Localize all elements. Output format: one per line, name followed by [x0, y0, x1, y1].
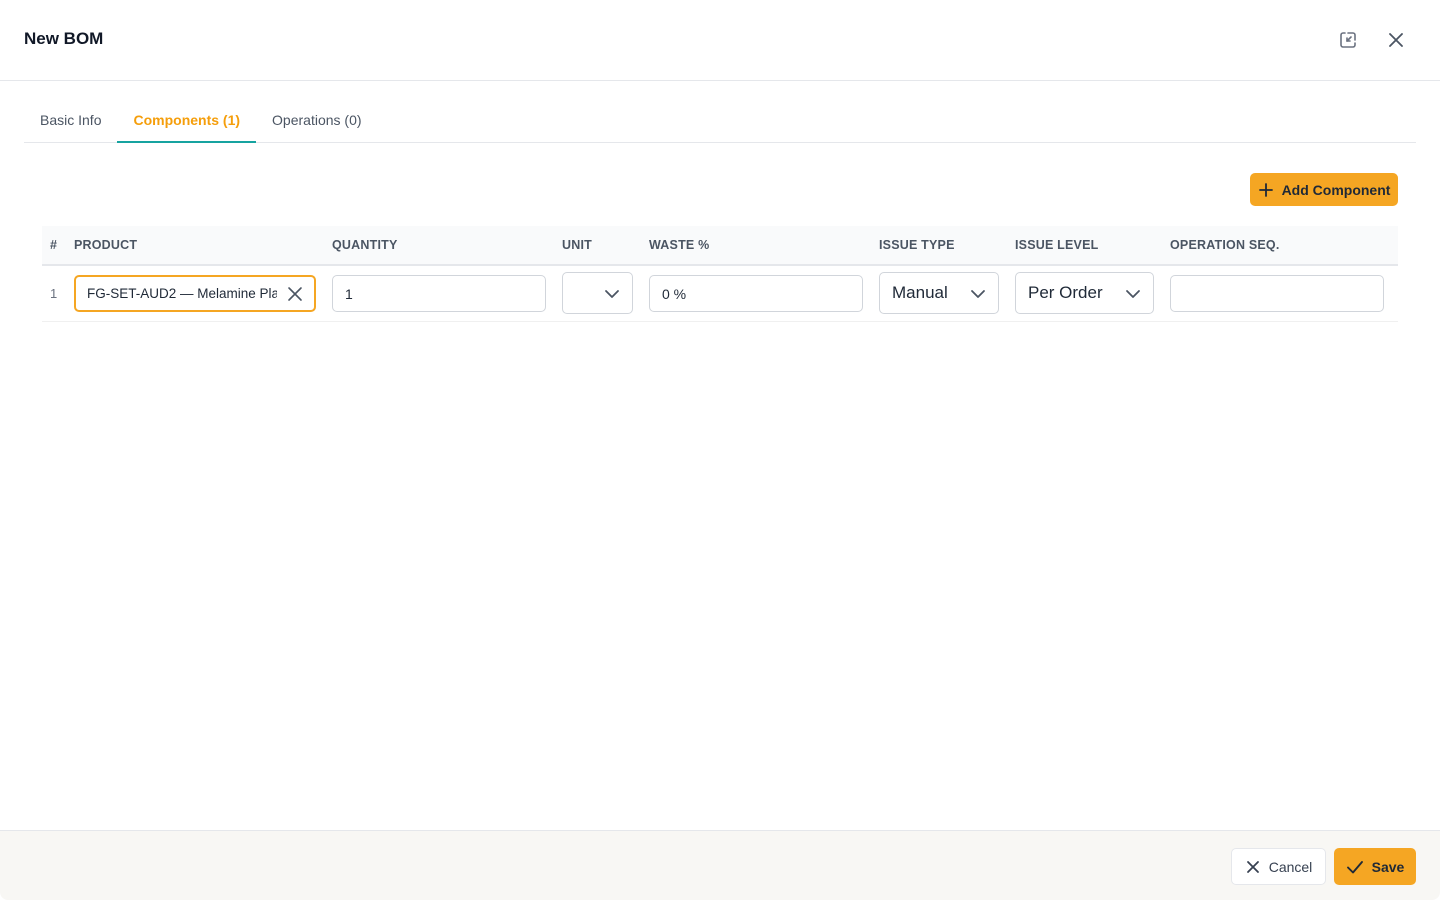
- column-header-unit: UNIT: [562, 238, 592, 252]
- add-component-label: Add Component: [1281, 181, 1391, 198]
- dialog-title: New BOM: [24, 29, 104, 48]
- components-table: # PRODUCT QUANTITY UNIT WASTE % ISSUE TY…: [42, 226, 1398, 322]
- chevron-down-icon: [971, 290, 985, 298]
- table-header: # PRODUCT QUANTITY UNIT WASTE % ISSUE TY…: [42, 226, 1398, 266]
- quantity-input[interactable]: 1: [332, 275, 546, 312]
- column-header-waste: WASTE %: [649, 238, 710, 252]
- dialog-header: New BOM: [0, 0, 1440, 81]
- column-header-operation-seq: OPERATION SEQ.: [1170, 238, 1280, 252]
- clear-icon[interactable]: [286, 285, 304, 303]
- cancel-label: Cancel: [1268, 858, 1313, 875]
- minimize-window-icon: [1340, 32, 1356, 48]
- check-icon: [1346, 860, 1363, 873]
- close-icon: [1389, 33, 1403, 47]
- tab-operations[interactable]: Operations (0): [256, 100, 377, 143]
- quantity-value: 1: [345, 285, 353, 302]
- issue-type-select[interactable]: Manual: [879, 272, 999, 314]
- operation-seq-input[interactable]: [1170, 275, 1384, 312]
- cancel-button[interactable]: Cancel: [1231, 848, 1326, 885]
- close-button[interactable]: [1384, 28, 1408, 52]
- product-value: FG-SET-AUD2 — Melamine Pla: [87, 286, 277, 301]
- unit-select[interactable]: [562, 272, 633, 314]
- issue-level-select[interactable]: Per Order: [1015, 272, 1154, 314]
- column-header-issue-type: ISSUE TYPE: [879, 238, 955, 252]
- waste-value: 0 %: [662, 285, 687, 302]
- chevron-down-icon: [605, 290, 619, 298]
- product-input[interactable]: FG-SET-AUD2 — Melamine Pla: [74, 275, 316, 312]
- dialog-footer: Cancel Save: [0, 830, 1440, 900]
- tab-bar: Basic Info Components (1) Operations (0): [24, 100, 1416, 143]
- table-row: 1 FG-SET-AUD2 — Melamine Pla 1 0 % Manua…: [42, 266, 1398, 322]
- save-button[interactable]: Save: [1334, 848, 1416, 885]
- column-header-number: #: [50, 238, 58, 252]
- save-label: Save: [1371, 858, 1405, 875]
- tab-basic-info[interactable]: Basic Info: [24, 100, 117, 143]
- issue-type-value: Manual: [892, 283, 948, 302]
- waste-input[interactable]: 0 %: [649, 275, 863, 312]
- column-header-issue-level: ISSUE LEVEL: [1015, 238, 1099, 252]
- minimize-button[interactable]: [1336, 28, 1360, 52]
- tab-components[interactable]: Components (1): [117, 100, 257, 143]
- plus-icon: [1258, 182, 1273, 197]
- add-component-button[interactable]: Add Component: [1250, 173, 1398, 206]
- chevron-down-icon: [1126, 290, 1140, 298]
- issue-level-value: Per Order: [1028, 283, 1103, 302]
- row-number: 1: [50, 286, 58, 301]
- x-icon: [1246, 860, 1259, 873]
- column-header-quantity: QUANTITY: [332, 238, 398, 252]
- column-header-product: PRODUCT: [74, 238, 138, 252]
- new-bom-dialog: New BOM Basic Info Components (1) Operat…: [0, 0, 1440, 900]
